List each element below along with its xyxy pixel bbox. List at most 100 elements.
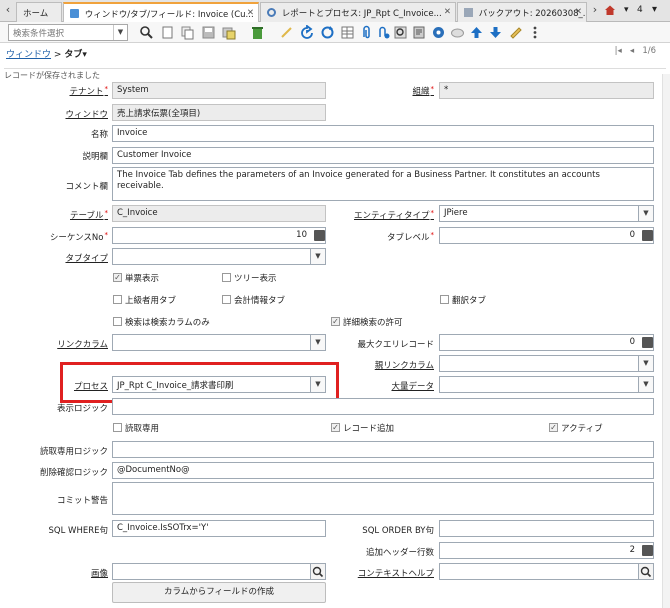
close-tab-icon[interactable]: ✕ — [444, 7, 451, 17]
tab-backout[interactable]: バックアウト: 20260308_... ✕ — [457, 2, 587, 22]
zoom-across-icon[interactable] — [393, 25, 408, 40]
vertical-scrollbar[interactable] — [662, 74, 670, 608]
parent-link-label[interactable]: 親リンクカラム — [375, 359, 434, 371]
copy-icon[interactable] — [180, 25, 195, 40]
window-label[interactable]: ウィンドウ — [65, 108, 108, 120]
calculator-icon[interactable] — [642, 230, 653, 241]
link-column-select[interactable] — [112, 334, 311, 351]
breadcrumb-window-link[interactable]: ウィンドウ — [6, 50, 51, 60]
help-icon[interactable] — [508, 25, 523, 40]
search-icon[interactable] — [639, 563, 654, 580]
grid-toggle-icon[interactable] — [340, 25, 355, 40]
tab-list-chevron-icon[interactable]: ▾ — [652, 4, 657, 15]
image-field[interactable] — [112, 563, 311, 580]
breadcrumb-caret-icon[interactable]: ▾ — [82, 50, 87, 60]
org-label[interactable]: 組織* — [412, 85, 434, 97]
chevron-down-icon[interactable]: ▼ — [113, 25, 127, 40]
close-tab-icon[interactable]: ✕ — [575, 7, 582, 17]
parent-link-select[interactable] — [439, 355, 639, 372]
table-label[interactable]: テーブル* — [70, 209, 108, 221]
tab-level-field[interactable]: 0 — [439, 227, 654, 244]
calculator-icon[interactable] — [642, 337, 653, 348]
first-record-icon[interactable]: |◂ — [615, 46, 622, 56]
bulk-data-select[interactable] — [439, 376, 639, 393]
readonly-logic-field[interactable] — [112, 441, 654, 458]
name-field[interactable]: Invoice — [112, 125, 654, 142]
allow-detail-checkbox[interactable]: ✓ — [331, 317, 340, 326]
toolbar: 検索条件選択 ▼ — [0, 22, 670, 43]
tab-type-label[interactable]: タブタイプ — [65, 252, 108, 264]
calculator-icon[interactable] — [314, 230, 325, 241]
save-create-icon[interactable] — [221, 25, 236, 40]
tenant-label[interactable]: テナント* — [69, 85, 108, 97]
tab-home[interactable]: ホーム — [16, 2, 62, 22]
read-only-checkbox[interactable] — [113, 423, 122, 432]
report-icon[interactable] — [412, 25, 427, 40]
chevron-down-icon[interactable]: ▼ — [639, 355, 654, 372]
export-icon[interactable] — [279, 25, 294, 40]
commit-warning-textarea[interactable] — [112, 482, 654, 515]
undo-icon[interactable] — [300, 24, 315, 40]
new-record-icon[interactable] — [160, 25, 175, 40]
advanced-checkbox[interactable] — [113, 295, 122, 304]
insert-record-label: レコード追加 — [343, 424, 395, 434]
prev-record-icon[interactable]: ◂ — [630, 46, 634, 56]
chevron-down-icon[interactable]: ▼ — [639, 205, 654, 222]
comment-textarea[interactable]: The Invoice Tab defines the parameters o… — [112, 167, 654, 201]
more-icon[interactable] — [532, 25, 538, 40]
calculator-icon[interactable] — [642, 545, 653, 556]
tenant-field: System — [112, 82, 326, 99]
process-icon[interactable] — [450, 25, 465, 40]
display-logic-field[interactable] — [112, 398, 654, 415]
bulk-data-label[interactable]: 大量データ — [391, 380, 434, 392]
tree-checkbox[interactable] — [222, 273, 231, 282]
chevron-down-icon[interactable]: ▼ — [311, 248, 326, 265]
active-checkbox[interactable]: ✓ — [549, 423, 558, 432]
header-rows-field[interactable]: 2 — [439, 542, 654, 559]
advanced-label: 上級者用タブ — [125, 296, 177, 306]
link-column-label[interactable]: リンクカラム — [57, 338, 108, 350]
entity-type-label[interactable]: エンティティタイプ* — [354, 209, 434, 221]
chevron-down-icon[interactable]: ▼ — [639, 376, 654, 393]
accounting-checkbox[interactable] — [222, 295, 231, 304]
delete-icon[interactable] — [250, 25, 265, 40]
single-row-checkbox[interactable]: ✓ — [113, 273, 122, 282]
sql-order-field[interactable] — [439, 520, 654, 537]
insert-record-checkbox[interactable]: ✓ — [331, 423, 340, 432]
breadcrumb-tab[interactable]: タブ — [64, 50, 82, 60]
header-rows-label: 追加ヘッダー行数 — [365, 548, 434, 558]
sequence-field[interactable]: 10 — [112, 227, 326, 244]
entity-type-select[interactable]: JPiere — [439, 205, 639, 222]
search-criteria-select[interactable]: 検索条件選択 ▼ — [8, 24, 128, 41]
delete-logic-field[interactable]: @DocumentNo@ — [112, 462, 654, 479]
archive-icon[interactable] — [431, 25, 446, 40]
close-tab-icon[interactable]: ✕ — [247, 8, 254, 18]
refresh-icon[interactable] — [320, 25, 335, 40]
display-logic-label: 表示ロジック — [56, 404, 108, 414]
translation-checkbox[interactable] — [440, 295, 449, 304]
tab-window-tab-field[interactable]: ウィンドウ/タブ/フィールド: Invoice (Cu... ✕ — [63, 2, 259, 23]
tab-scroll-left-icon[interactable]: ‹ — [2, 3, 14, 18]
description-field[interactable]: Customer Invoice — [112, 147, 654, 164]
save-icon[interactable] — [201, 25, 216, 40]
chevron-down-icon[interactable]: ▼ — [311, 334, 326, 351]
search-icon[interactable] — [311, 563, 326, 580]
search-icon[interactable] — [139, 25, 154, 40]
create-fields-from-columns-button[interactable]: カラムからフィールドの作成 — [112, 582, 326, 603]
attachment-icon[interactable] — [359, 25, 374, 40]
max-query-field[interactable]: 0 — [439, 334, 654, 351]
tab-scroll-right-icon[interactable]: › — [589, 3, 601, 18]
image-label[interactable]: 画像 — [91, 567, 108, 579]
next-record-icon[interactable] — [488, 25, 503, 40]
home-icon[interactable] — [604, 4, 616, 16]
chat-icon[interactable] — [376, 25, 391, 40]
context-help-field[interactable] — [439, 563, 639, 580]
translation-label: 翻訳タブ — [452, 296, 487, 306]
tab-report-process[interactable]: レポートとプロセス: JP_Rpt C_Invoice... ✕ — [260, 2, 456, 22]
tab-type-select[interactable] — [112, 248, 311, 265]
previous-record-icon[interactable] — [469, 25, 484, 40]
sql-where-field[interactable]: C_Invoice.IsSOTrx='Y' — [112, 520, 326, 537]
context-help-label[interactable]: コンテキストヘルプ — [358, 567, 434, 579]
tab-menu-chevron-icon[interactable]: ▾ — [624, 5, 629, 15]
search-only-checkbox[interactable] — [113, 317, 122, 326]
